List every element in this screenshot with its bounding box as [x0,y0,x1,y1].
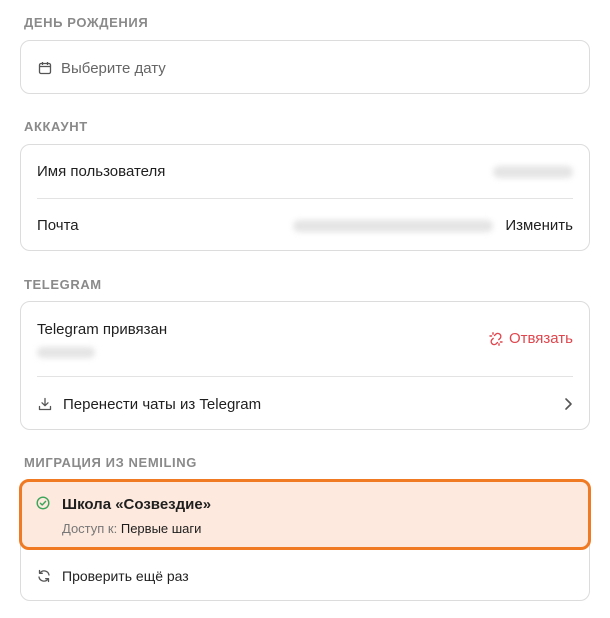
transfer-label: Перенести чаты из Telegram [63,395,262,413]
refresh-icon [36,568,52,584]
account-card: Имя пользователя Почта Изменить [20,144,590,251]
change-email-button[interactable]: Изменить [505,217,573,234]
transfer-telegram-chats-row[interactable]: Перенести чаты из Telegram [37,377,573,431]
access-prefix: Доступ к: [62,521,118,536]
chevron-right-icon [563,397,573,411]
telegram-linked-label: Telegram привязан [37,321,168,338]
username-value-redacted [493,165,573,178]
access-value: Первые шаги [120,521,202,536]
unlink-label: Отвязать [508,330,573,347]
account-section-title: АККАУНТ [24,119,88,134]
birthday-date-picker[interactable]: Выберите дату [20,40,590,94]
migration-section-title: МИГРАЦИЯ ИЗ NEMILING [24,455,197,470]
download-icon [37,396,53,412]
telegram-card: Telegram привязан Отвязать Перенести чат… [20,301,590,430]
calendar-icon [37,60,53,76]
check-circle-icon [36,496,50,510]
username-label: Имя пользователя [37,163,166,180]
birthday-section-title: ДЕНЬ РОЖДЕНИЯ [24,15,149,30]
date-placeholder: Выберите дату [61,59,166,77]
retry-label: Проверить ещё раз [62,567,189,584]
email-label: Почта [37,217,79,234]
unlink-icon [488,331,504,347]
school-access: Доступ к: Первые шаги [62,521,201,536]
migrated-school-item[interactable]: Школа «Созвездие» Доступ к: Первые шаги [19,479,591,550]
retry-migration-button[interactable]: Проверить ещё раз [36,550,574,601]
unlink-telegram-button[interactable]: Отвязать [488,330,573,347]
username-row: Имя пользователя [37,145,573,198]
email-row: Почта Изменить [37,199,573,252]
telegram-section-title: TELEGRAM [24,277,102,292]
telegram-username-redacted [37,347,95,358]
email-value-redacted [293,219,494,232]
school-name: Школа «Созвездие» [62,496,212,513]
